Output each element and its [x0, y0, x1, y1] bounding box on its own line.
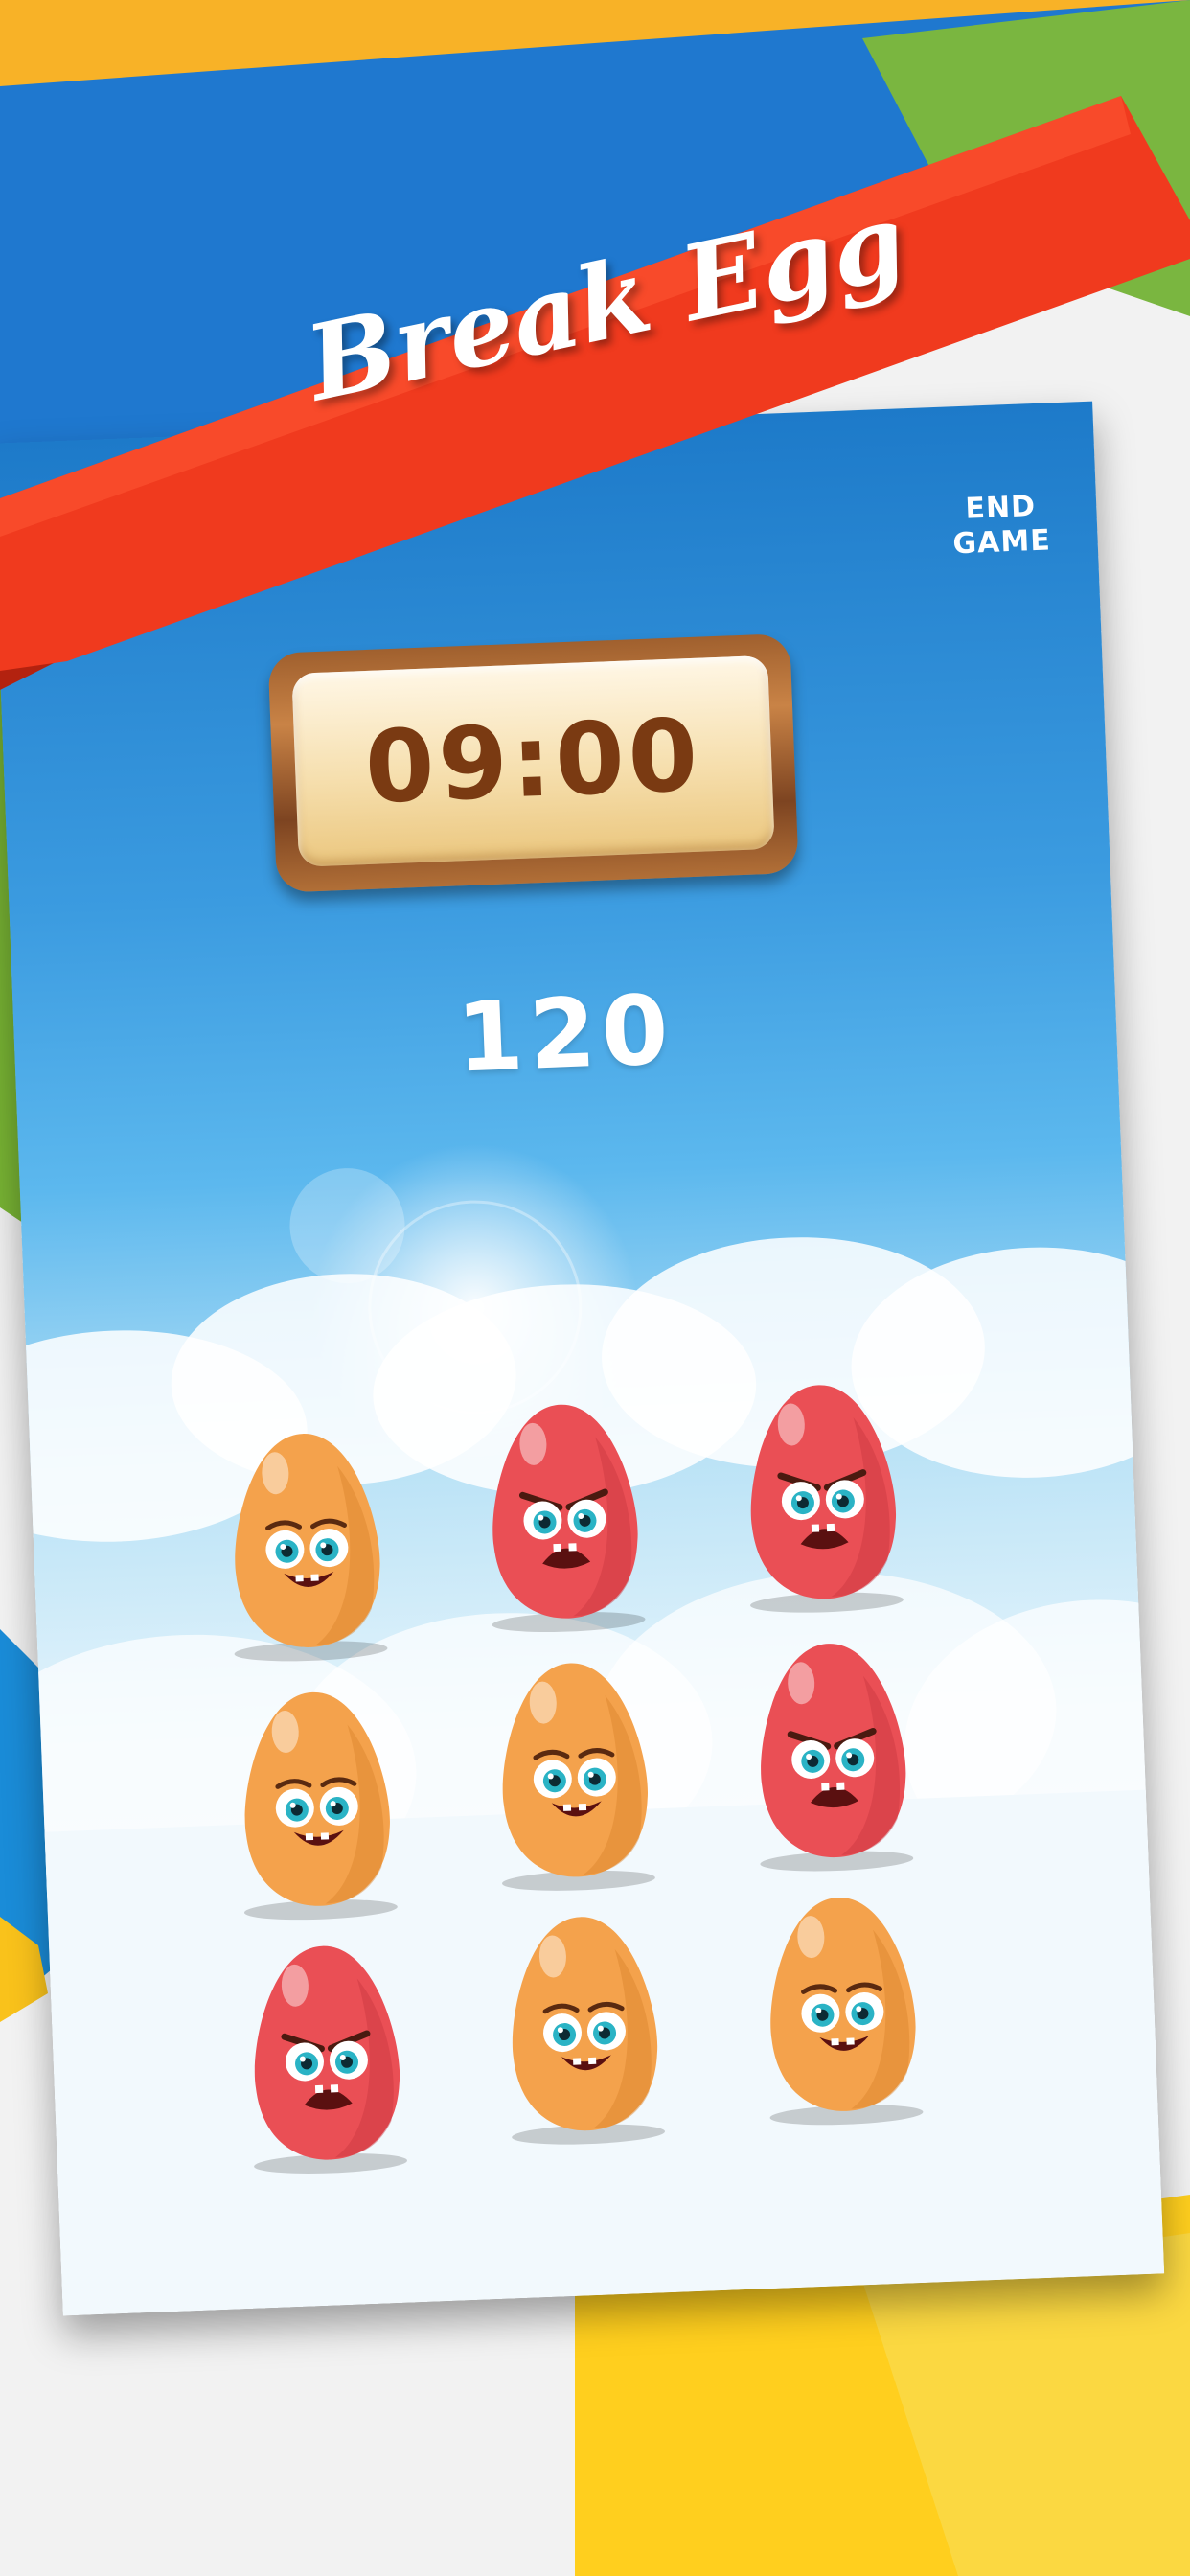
angry-egg[interactable]	[479, 1396, 651, 1633]
angry-egg[interactable]	[737, 1377, 908, 1613]
happy-egg[interactable]	[498, 1909, 670, 2145]
egg-grid	[0, 402, 1164, 2316]
game-screen: END GAME 09:00 120	[0, 401, 1165, 2316]
angry-egg[interactable]	[746, 1636, 918, 1872]
happy-egg[interactable]	[221, 1426, 393, 1662]
angry-egg[interactable]	[240, 1938, 412, 2174]
happy-egg[interactable]	[231, 1685, 402, 1920]
happy-egg[interactable]	[489, 1655, 660, 1891]
happy-egg[interactable]	[757, 1890, 928, 2126]
